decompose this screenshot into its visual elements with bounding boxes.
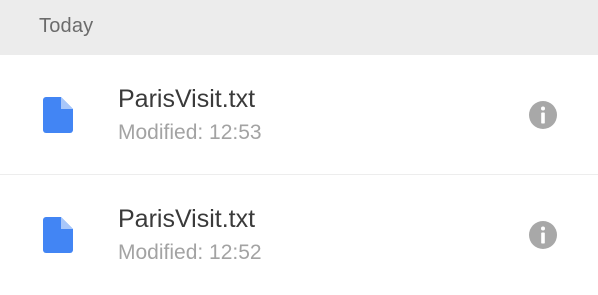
document-icon <box>43 217 73 253</box>
file-modified-time: Modified: 12:53 <box>118 121 262 144</box>
section-header-today: Today <box>0 0 598 55</box>
info-icon[interactable] <box>528 220 558 250</box>
file-name: ParisVisit.txt <box>118 205 256 233</box>
document-icon <box>43 97 73 133</box>
file-name: ParisVisit.txt <box>118 85 256 113</box>
section-header-label: Today <box>39 15 94 37</box>
info-icon[interactable] <box>528 100 558 130</box>
file-modified-time: Modified: 12:52 <box>118 241 262 264</box>
file-list-item[interactable]: ParisVisit.txt Modified: 12:53 <box>0 55 598 175</box>
file-list-item[interactable]: ParisVisit.txt Modified: 12:52 <box>0 175 598 295</box>
